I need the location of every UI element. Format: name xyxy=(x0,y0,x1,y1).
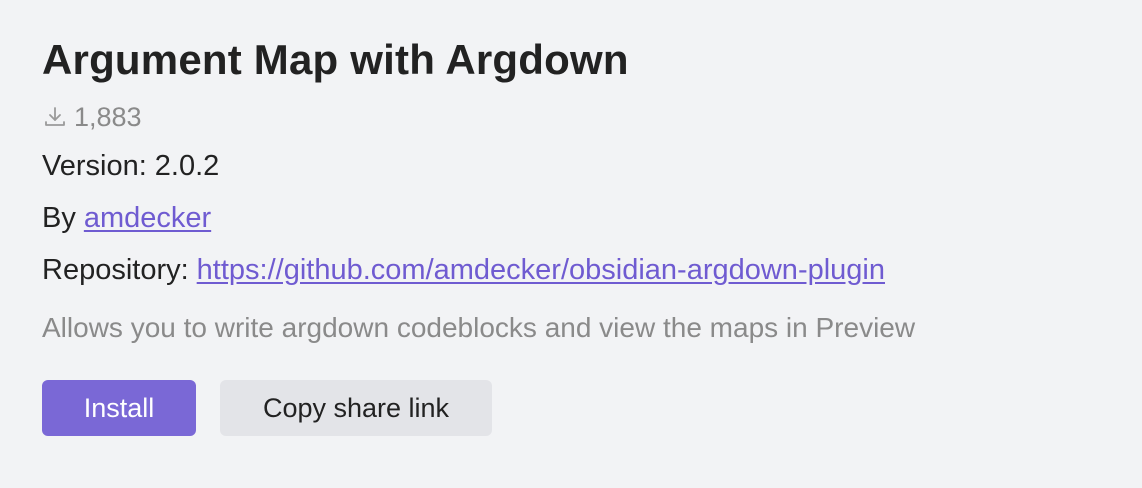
copy-share-link-button[interactable]: Copy share link xyxy=(220,380,492,436)
download-count: 1,883 xyxy=(42,98,1122,136)
download-count-value: 1,883 xyxy=(74,101,142,132)
version-label: Version: xyxy=(42,150,147,182)
repository-label: Repository: xyxy=(42,254,189,286)
repository-row: Repository: https://github.com/amdecker/… xyxy=(42,244,1122,296)
download-icon xyxy=(42,104,68,130)
repository-link[interactable]: https://github.com/amdecker/obsidian-arg… xyxy=(197,250,885,290)
author-row: By amdecker xyxy=(42,192,1122,244)
author-label: By xyxy=(42,202,76,234)
plugin-description: Allows you to write argdown codeblocks a… xyxy=(42,312,916,343)
version-row: Version: 2.0.2 xyxy=(42,140,1122,192)
action-buttons: Install Copy share link xyxy=(42,380,1122,436)
version-value: 2.0.2 xyxy=(154,150,220,182)
install-button[interactable]: Install xyxy=(42,380,196,436)
plugin-details-panel: Argument Map with Argdown 1,883 Version:… xyxy=(42,32,1122,436)
plugin-title: Argument Map with Argdown xyxy=(42,36,629,83)
author-link[interactable]: amdecker xyxy=(84,198,211,238)
